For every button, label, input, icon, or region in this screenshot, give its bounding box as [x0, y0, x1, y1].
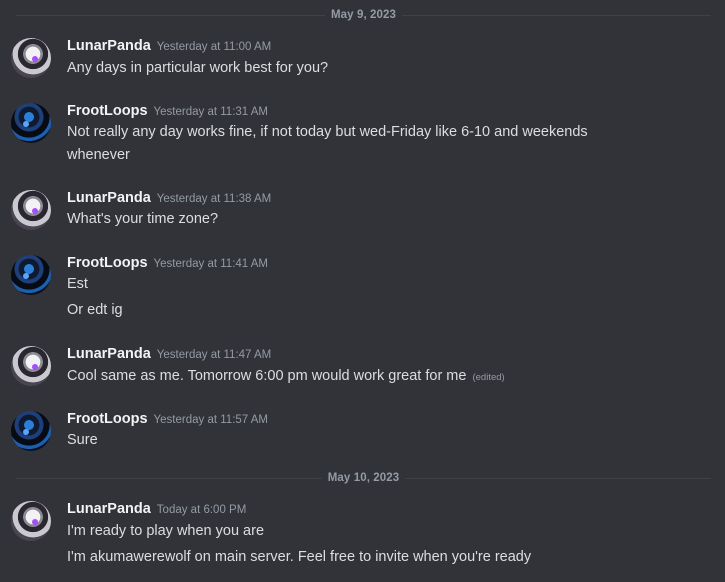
message-text: Est [67, 276, 88, 292]
author-name[interactable]: LunarPanda [67, 38, 151, 54]
message-header: FrootLoops Yesterday at 11:31 AM [67, 102, 268, 120]
avatar[interactable] [11, 411, 51, 451]
message-text: Sure [67, 432, 98, 448]
avatar[interactable] [11, 255, 51, 295]
author-name[interactable]: LunarPanda [67, 501, 151, 517]
avatar[interactable] [11, 501, 51, 541]
date-divider-label: May 9, 2023 [330, 9, 397, 21]
timestamp[interactable]: Yesterday at 11:00 AM [157, 41, 271, 53]
message-text: Any days in particular work best for you… [67, 60, 329, 76]
timestamp[interactable]: Yesterday at 11:47 AM [157, 349, 271, 361]
chat-log: May 9, 2023 LunarPanda Yesterday at 11:00… [0, 0, 725, 582]
timestamp[interactable]: Yesterday at 11:31 AM [154, 106, 268, 118]
message-header: FrootLoops Yesterday at 11:41 AM [67, 254, 268, 272]
author-name[interactable]: FrootLoops [67, 103, 148, 119]
message-text: Not really any day works fine, if not to… [67, 124, 588, 140]
timestamp[interactable]: Yesterday at 11:57 AM [154, 414, 268, 426]
author-name[interactable]: LunarPanda [67, 346, 151, 362]
message-header: LunarPanda Yesterday at 11:47 AM [67, 345, 271, 363]
message-header: FrootLoops Yesterday at 11:57 AM [67, 410, 268, 428]
message-text: I'm ready to play when you are [67, 523, 265, 539]
date-divider: May 10, 2023 [0, 471, 725, 485]
date-divider-label: May 10, 2023 [327, 472, 400, 484]
author-name[interactable]: LunarPanda [67, 190, 151, 206]
timestamp[interactable]: Today at 6:00 PM [157, 504, 247, 516]
message-header: LunarPanda Yesterday at 11:00 AM [67, 37, 271, 55]
avatar[interactable] [11, 103, 51, 143]
avatar[interactable] [11, 346, 51, 386]
message-header: LunarPanda Yesterday at 11:38 AM [67, 189, 271, 207]
avatar[interactable] [11, 38, 51, 78]
author-name[interactable]: FrootLoops [67, 255, 148, 271]
message-text: whenever [67, 147, 130, 163]
message-text: What's your time zone? [67, 211, 219, 227]
message-text: Cool same as me. Tomorrow 6:00 pm would … [67, 365, 627, 389]
author-name[interactable]: FrootLoops [67, 411, 148, 427]
message-text-content: Cool same as me. Tomorrow 6:00 pm would … [67, 368, 467, 384]
date-divider: May 9, 2023 [0, 8, 725, 22]
message-text: I'm akumawerewolf on main server. Feel f… [67, 549, 532, 565]
edited-marker[interactable]: (edited) [472, 372, 504, 383]
message-text: Or edt ig [67, 302, 123, 318]
timestamp[interactable]: Yesterday at 11:38 AM [157, 193, 271, 205]
message-header: LunarPanda Today at 6:00 PM [67, 500, 246, 518]
timestamp[interactable]: Yesterday at 11:41 AM [154, 258, 268, 270]
avatar[interactable] [11, 190, 51, 230]
